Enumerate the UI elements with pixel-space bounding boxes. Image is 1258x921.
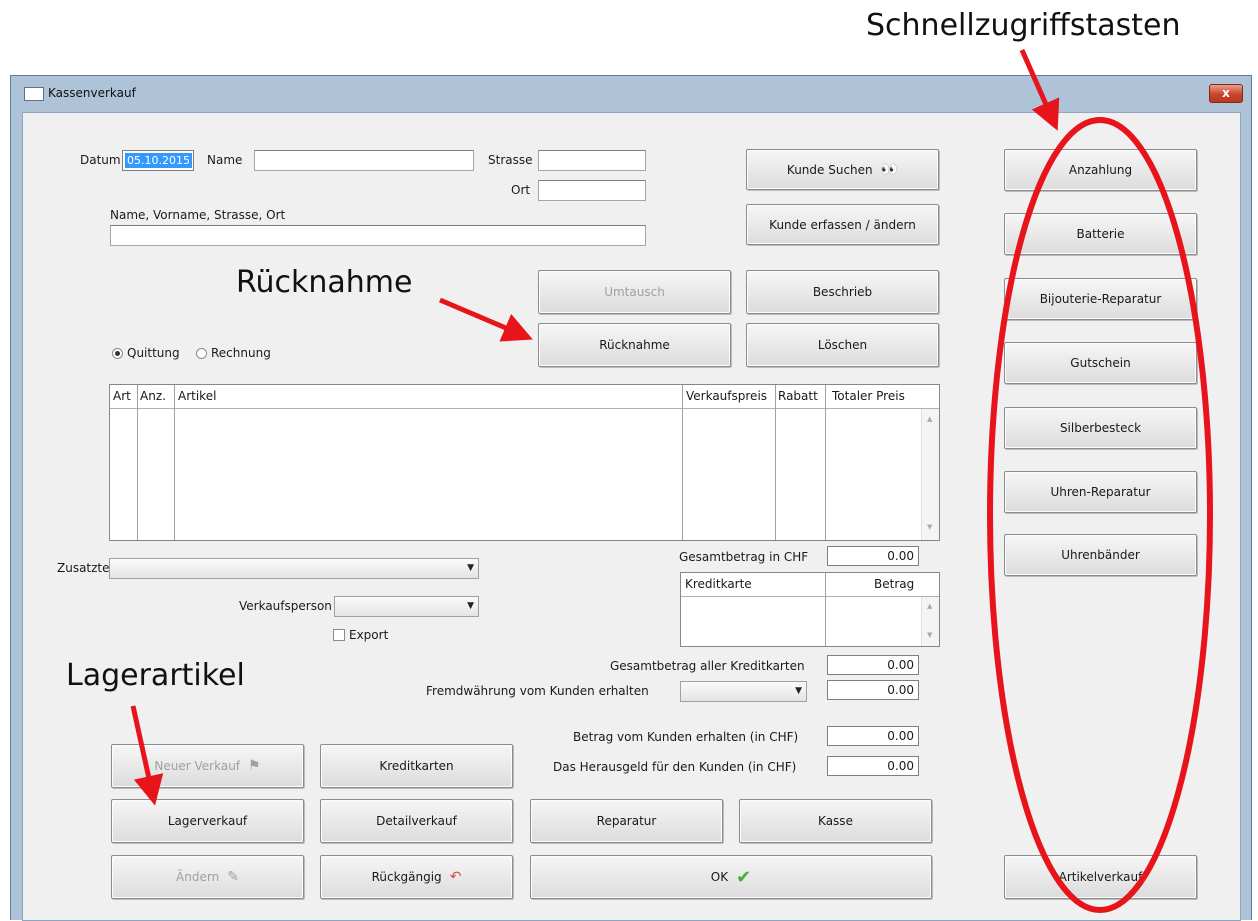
quick-access-ellipse: [987, 117, 1213, 913]
quick-access-arrow: [1019, 48, 1060, 131]
return-arrow: [439, 297, 533, 342]
stock-article-arrow: [130, 705, 164, 806]
annotation-overlay: [130, 48, 1213, 913]
